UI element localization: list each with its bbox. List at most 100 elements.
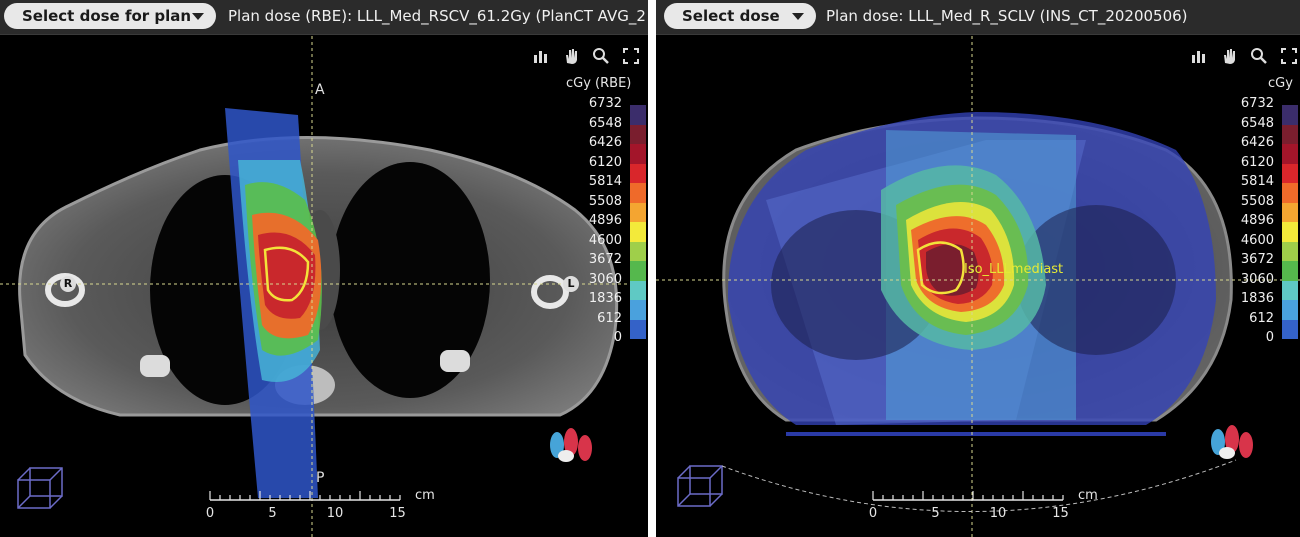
ruler-tick-label: 5 [268, 506, 277, 521]
isocenter-label: Iso_LLLmediast [964, 262, 1064, 277]
orientation-posterior: P [316, 470, 325, 486]
ruler-tick-label: 0 [205, 506, 215, 521]
legend-color-swatch [630, 241, 646, 261]
legend-color-swatch [1282, 261, 1298, 281]
legend-label: 5814 [588, 174, 622, 189]
legend-label: 6426 [1240, 135, 1274, 150]
orientation-right: R [60, 276, 76, 292]
right-viewer-panel: Select dose Plan dose: LLL_Med_R_SCLV (I… [656, 0, 1300, 537]
legend-label: 6120 [1240, 154, 1274, 170]
legend-label: 3672 [1240, 252, 1274, 267]
dose-unit-label: cGy (RBE) [566, 76, 632, 91]
select-dose-label: Select dose [682, 7, 780, 25]
orientation-cube-icon [17, 467, 63, 509]
legend-color-swatch [630, 183, 646, 203]
chevron-down-icon [192, 13, 204, 20]
legend-color-swatch [1282, 202, 1298, 222]
ruler-tick-label: 10 [326, 506, 344, 521]
legend-color-swatch [1282, 105, 1298, 125]
layout-icon[interactable] [530, 45, 552, 67]
zoom-icon[interactable] [590, 45, 612, 67]
pan-hand-icon[interactable] [560, 45, 582, 67]
legend-label: 612 [597, 310, 622, 326]
body-orientation-icon [550, 428, 592, 462]
ruler-tick-label: 10 [989, 506, 1007, 521]
legend-label: 5508 [588, 193, 622, 209]
legend-color-swatch [630, 222, 646, 242]
legend-color-swatch [1282, 300, 1298, 320]
legend-color-swatch [1282, 124, 1298, 144]
left-viewer-panel: Select dose for plan Plan dose (RBE): LL… [0, 0, 648, 537]
orientation-cube-icon [677, 465, 723, 507]
legend-label: 5508 [1240, 193, 1274, 209]
ruler-tick-label: 15 [1052, 506, 1069, 521]
fullscreen-icon[interactable] [620, 45, 642, 67]
ruler-tick-label: 15 [389, 506, 406, 521]
legend-color-swatch [1282, 280, 1298, 300]
legend-label: 3060 [1240, 271, 1274, 287]
orientation-left: L [563, 276, 579, 292]
viewer-toolbar [530, 45, 642, 67]
plan-dose-title: Plan dose (RBE): LLL_Med_RSCV_61.2Gy (Pl… [228, 7, 646, 25]
ruler-ticks [209, 491, 401, 501]
legend-label: 4896 [1240, 213, 1274, 228]
legend-color-swatch [630, 202, 646, 222]
orientation-anterior: A [315, 82, 325, 98]
select-dose-dropdown[interactable]: Select dose [664, 3, 816, 29]
legend-label: 4600 [1240, 232, 1274, 248]
legend-label: 3060 [588, 271, 622, 287]
legend-color-swatch [630, 261, 646, 281]
select-dose-label: Select dose for plan [22, 7, 192, 25]
ruler-tick-label: 0 [868, 506, 878, 521]
layout-icon[interactable] [1188, 45, 1210, 67]
legend-color-swatch [630, 280, 646, 300]
legend-label: 0 [1265, 330, 1274, 345]
legend-label: 0 [613, 330, 622, 345]
viewer-toolbar [1188, 45, 1300, 67]
left-header-bar: Select dose for plan Plan dose (RBE): LL… [0, 0, 648, 35]
legend-color-swatch [1282, 144, 1298, 164]
right-header-bar: Select dose Plan dose: LLL_Med_R_SCLV (I… [656, 0, 1300, 35]
legend-color-swatch [1282, 222, 1298, 242]
legend-color-swatch [1282, 319, 1298, 339]
legend-color-swatch [1282, 163, 1298, 183]
pan-hand-icon[interactable] [1218, 45, 1240, 67]
dose-legend: 6732 6548 6426 6120 5814 5508 4896 4600 3672 3060… [560, 96, 648, 356]
legend-label: 6732 [1240, 96, 1274, 111]
legend-color-swatch [630, 144, 646, 164]
legend-label: 6120 [588, 154, 622, 170]
scale-ruler: 0 5 10 15 cm [868, 488, 1108, 530]
legend-label: 1836 [588, 291, 622, 306]
legend-color-swatch [1282, 183, 1298, 203]
fullscreen-icon[interactable] [1278, 45, 1300, 67]
ruler-unit-label: cm [1078, 488, 1098, 503]
legend-label: 6548 [1240, 115, 1274, 131]
dose-legend: 6732 6548 6426 6120 5814 5508 4896 4600 3672 3060… [1212, 96, 1300, 356]
legend-label: 6426 [588, 135, 622, 150]
chevron-down-icon [792, 13, 804, 20]
legend-label: 3672 [588, 252, 622, 267]
ruler-unit-label: cm [415, 488, 435, 503]
plan-dose-title: Plan dose: LLL_Med_R_SCLV (INS_CT_202005… [826, 7, 1188, 25]
ruler-tick-label: 5 [931, 506, 940, 521]
zoom-icon[interactable] [1248, 45, 1270, 67]
legend-label: 6732 [588, 96, 622, 111]
legend-color-swatch [630, 124, 646, 144]
legend-label: 4896 [588, 213, 622, 228]
legend-color-swatch [630, 300, 646, 320]
legend-color-swatch [1282, 241, 1298, 261]
select-dose-dropdown[interactable]: Select dose for plan [4, 3, 216, 29]
dose-unit-label: cGy [1268, 76, 1293, 91]
ct-axial-image-left [0, 36, 648, 537]
legend-label: 612 [1249, 310, 1274, 326]
ruler-ticks [872, 491, 1064, 501]
legend-label: 4600 [588, 232, 622, 248]
legend-label: 1836 [1240, 291, 1274, 306]
legend-color-swatch [630, 163, 646, 183]
legend-color-swatch [630, 105, 646, 125]
legend-color-swatch [630, 319, 646, 339]
scale-ruler: 0 5 10 15 cm [205, 488, 445, 530]
body-orientation-icon [1211, 425, 1253, 459]
legend-label: 6548 [588, 115, 622, 131]
legend-label: 5814 [1240, 174, 1274, 189]
